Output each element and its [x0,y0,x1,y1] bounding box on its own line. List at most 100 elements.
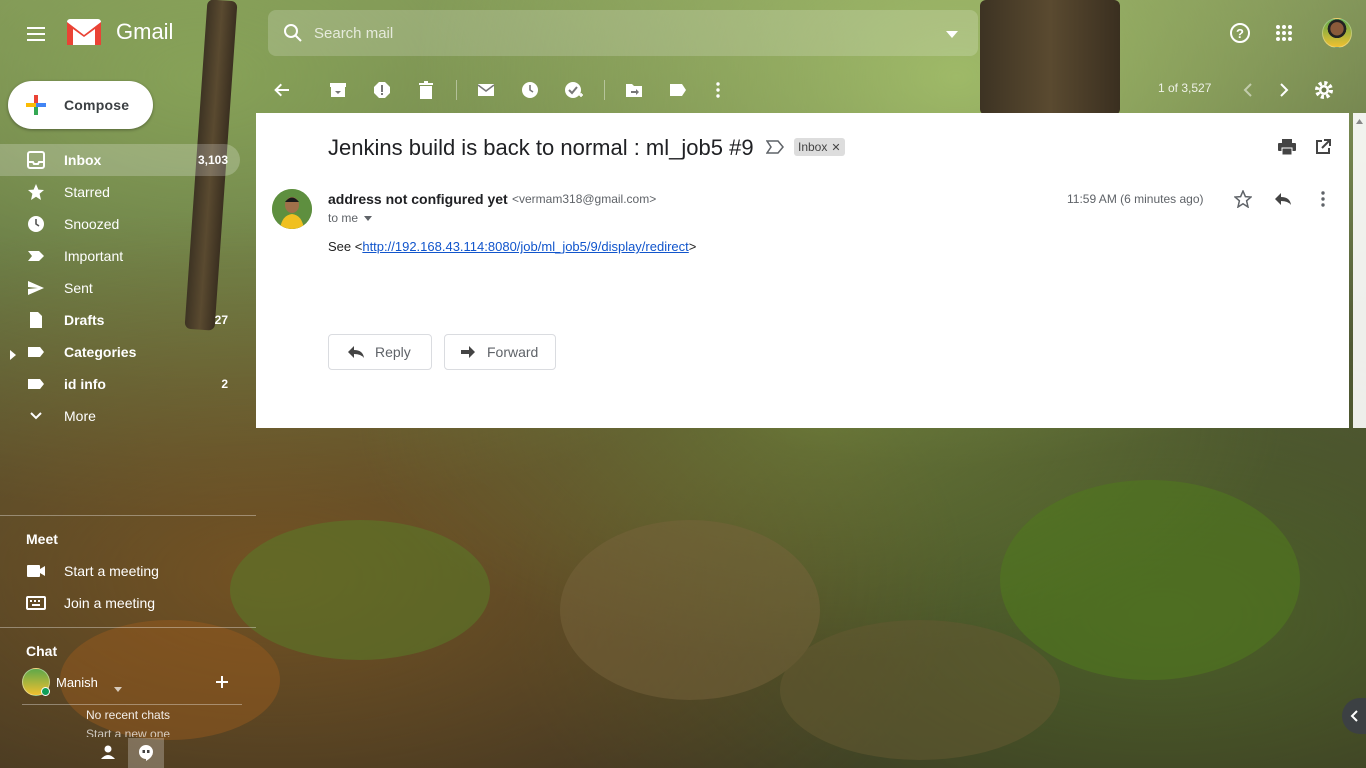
add-to-tasks-icon[interactable] [562,78,586,102]
email-view: Jenkins build is back to normal : ml_job… [256,113,1349,428]
forward-label: Forward [487,344,539,360]
more-vertical-icon[interactable] [706,78,730,102]
gmail-logo[interactable]: Gmail [66,18,173,46]
reply-icon[interactable] [1271,187,1295,211]
account-avatar[interactable] [1322,18,1352,48]
sidebar-item-label: Important [64,248,124,264]
chat-divider [22,704,242,705]
archive-icon[interactable] [326,78,350,102]
compose-button[interactable]: Compose [8,81,153,129]
sidebar-item-snoozed[interactable]: Snoozed [0,208,240,240]
hangouts-icon[interactable] [128,738,164,768]
important-icon [26,246,46,266]
sidebar-item-more[interactable]: More [0,400,240,432]
email-subject: Jenkins build is back to normal : ml_job… [328,135,754,160]
body-prefix: See < [328,239,363,254]
gmail-logo-icon [67,19,101,45]
recipient-dropdown-icon[interactable] [364,215,373,221]
label-icon [26,374,46,394]
email-timestamp: 11:59 AM (6 minutes ago) [1067,192,1204,206]
join-meeting-button[interactable]: Join a meeting [26,591,155,615]
clock-icon [26,214,46,234]
newer-chevron-icon[interactable] [1236,78,1260,102]
recipient-details[interactable]: to me [328,211,373,225]
sidebar-item-starred[interactable]: Starred [0,176,240,208]
compose-label: Compose [64,97,130,113]
scroll-up-icon[interactable] [1356,119,1363,124]
message-toolbar: 1 of 3,527 [256,70,1366,110]
inbox-label-chip[interactable]: Inbox ✕ [794,138,845,156]
search-icon[interactable] [276,16,310,50]
reply-icon [347,343,365,361]
mark-unread-icon[interactable] [474,78,498,102]
sender-avatar[interactable] [272,189,312,229]
side-panel-toggle[interactable] [1342,698,1366,734]
new-chat-plus-icon[interactable] [216,675,228,693]
chat-user-avatar[interactable] [22,668,50,696]
older-chevron-icon[interactable] [1272,78,1296,102]
top-bar: Gmail ? [0,0,1366,66]
sidebar-item-important[interactable]: Important [0,240,240,272]
sender-name: address not configured yet [328,191,508,207]
chat-status-dropdown-icon[interactable] [114,679,122,697]
sender-email: <vermam318@gmail.com> [512,192,657,206]
search-options-icon[interactable] [946,26,958,44]
background-moss [230,520,490,660]
print-icon[interactable] [1275,135,1299,159]
sidebar-item-sent[interactable]: Sent [0,272,240,304]
back-arrow-icon[interactable] [270,78,294,102]
email-body: See <http://192.168.43.114:8080/job/ml_j… [328,239,696,254]
help-icon[interactable]: ? [1225,18,1255,48]
forward-button[interactable]: Forward [444,334,556,370]
sidebar-item-label: id info [64,376,106,392]
reply-button[interactable]: Reply [328,334,432,370]
star-icon [26,182,46,202]
background-rock [780,620,1060,760]
drafts-count: 27 [214,313,228,327]
jenkins-build-link[interactable]: http://192.168.43.114:8080/job/ml_job5/9… [362,239,688,254]
id-info-count: 2 [221,377,228,391]
move-to-icon[interactable] [622,78,646,102]
forward-icon [459,343,477,361]
star-outline-icon[interactable] [1231,187,1255,211]
chat-footer [0,738,256,768]
snooze-icon[interactable] [518,78,542,102]
sidebar-divider [0,515,256,516]
sidebar-item-drafts[interactable]: Drafts 27 [0,304,240,336]
main-menu-button[interactable] [20,20,52,48]
start-meeting-button[interactable]: Start a meeting [26,559,159,583]
settings-gear-icon[interactable] [1312,78,1336,102]
sidebar-item-label: Sent [64,280,93,296]
meet-title: Meet [26,531,58,547]
inbox-icon [26,150,46,170]
sidebar-item-id-info[interactable]: id info 2 [0,368,240,400]
important-marker-icon[interactable] [765,140,784,159]
open-in-new-window-icon[interactable] [1311,135,1335,159]
contacts-person-icon[interactable] [100,744,116,765]
chat-title: Chat [26,643,58,659]
sidebar-item-label: Starred [64,184,110,200]
sidebar-item-label: Snoozed [64,216,120,232]
scrollbar[interactable] [1353,113,1366,428]
start-meeting-label: Start a meeting [64,563,159,579]
remove-label-icon[interactable]: ✕ [831,141,840,154]
start-new-chat-link[interactable]: Start a new one [86,727,170,737]
report-spam-icon[interactable] [370,78,394,102]
more-vertical-icon[interactable] [1311,187,1335,211]
apps-grid-icon[interactable] [1269,18,1299,48]
delete-icon[interactable] [414,78,438,102]
search-input[interactable] [314,24,914,42]
label-icon[interactable] [666,78,690,102]
expand-arrow-icon[interactable] [10,347,16,365]
background-moss [1000,480,1300,680]
unread-count: 3,103 [197,153,228,167]
chat-user-name[interactable]: Manish [56,675,98,690]
sidebar-item-label: Categories [64,344,137,360]
search-bar[interactable] [268,10,978,56]
sidebar-item-categories[interactable]: Categories [0,336,240,368]
sidebar-item-inbox[interactable]: Inbox 3,103 [0,144,240,176]
no-recent-chats-text: No recent chats [86,708,171,722]
draft-icon [26,310,46,330]
reply-label: Reply [375,344,411,360]
toolbar-divider [604,80,605,100]
